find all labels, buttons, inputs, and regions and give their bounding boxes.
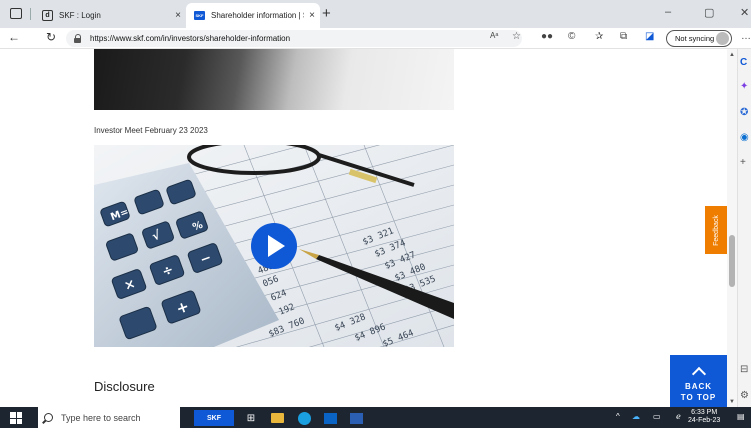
edge-sidebar <box>737 49 751 407</box>
more-menu-icon[interactable]: … <box>741 31 751 42</box>
back-to-top-button[interactable]: BACK TO TOP <box>670 355 727 407</box>
sidebar-settings-icon[interactable]: ⚙ <box>740 390 749 401</box>
minimize-icon[interactable]: – <box>665 6 671 18</box>
onedrive-icon[interactable]: ☁ <box>632 412 640 421</box>
extension-glasses-icon[interactable]: ●● <box>541 31 553 42</box>
video-player[interactable]: $3 321 $3 374 $3 427 $3 480 $3 535 $1 48… <box>94 145 454 347</box>
tab-actions-icon[interactable] <box>10 8 22 19</box>
tray-chevron-icon[interactable]: ^ <box>616 412 620 421</box>
feedback-button[interactable]: Feedback <box>705 206 727 254</box>
outlook-icon[interactable] <box>322 410 338 426</box>
taskbar-skf-app[interactable]: SKF <box>194 410 234 426</box>
back-to-top-line1: BACK <box>684 382 713 391</box>
search-placeholder: Type here to search <box>61 412 141 423</box>
favicon-skf-icon: SKF <box>194 11 205 20</box>
scroll-up-icon[interactable]: ▲ <box>729 52 735 58</box>
edge-browser-icon[interactable] <box>296 410 312 426</box>
scrollbar-track[interactable] <box>727 49 737 407</box>
windows-start-icon[interactable] <box>10 412 22 424</box>
tab-shareholder-information[interactable]: SKF Shareholder information | SKF | S × <box>186 3 320 28</box>
disclosure-heading: Disclosure <box>94 379 155 394</box>
search-icon <box>44 413 53 422</box>
taskbar-search-box[interactable]: Type here to search <box>38 407 180 428</box>
refresh-icon[interactable]: ↻ <box>46 30 56 44</box>
url-text: https://www.skf.com/in/investors/shareho… <box>90 34 291 43</box>
investor-photo-image <box>94 49 454 110</box>
video-caption: Investor Meet February 23 2023 <box>94 126 208 135</box>
back-to-top-line2: TO TOP <box>680 393 717 402</box>
close-window-icon[interactable]: ✕ <box>740 6 749 19</box>
clock-date: 24-Feb-23 <box>688 417 721 424</box>
sidebar-search-icon[interactable]: C <box>740 57 747 68</box>
sidebar-split-icon[interactable]: ⊟ <box>740 364 748 375</box>
sidebar-tools-icon[interactable]: ✪ <box>740 107 748 118</box>
tab-close-icon[interactable]: × <box>304 10 320 21</box>
scrollbar-thumb[interactable] <box>729 235 735 287</box>
page-content: Investor Meet February 23 2023 $3 321 $3… <box>0 49 727 407</box>
tab-title: Shareholder information | SKF | S <box>211 11 304 20</box>
word-icon[interactable] <box>348 410 364 426</box>
read-aloud-icon[interactable]: Aᵃ <box>490 31 498 40</box>
tab-separator <box>30 8 31 20</box>
new-tab-icon[interactable]: + <box>322 5 331 22</box>
not-syncing-button[interactable]: Not syncing <box>666 30 732 47</box>
maximize-icon[interactable]: ▢ <box>704 6 714 19</box>
favicon-d-icon: d <box>42 10 53 21</box>
favorite-star-icon[interactable]: ☆ <box>512 31 521 42</box>
extension-c-icon[interactable]: © <box>568 31 575 42</box>
sidebar-shopping-icon[interactable]: ✦ <box>740 81 748 92</box>
battery-icon[interactable]: ▭ <box>653 412 661 421</box>
play-button[interactable] <box>251 223 297 269</box>
tab-skf-login[interactable]: d SKF : Login × <box>38 3 186 28</box>
sidebar-outlook-icon[interactable]: ◉ <box>740 132 749 143</box>
clock-time: 6:33 PM <box>691 409 718 416</box>
file-explorer-icon[interactable] <box>269 410 285 426</box>
tab-title: SKF : Login <box>59 11 101 20</box>
network-icon[interactable]: ℯ <box>676 412 681 421</box>
tab-close-icon[interactable]: × <box>170 10 186 21</box>
profile-avatar <box>716 32 729 45</box>
play-icon <box>268 235 285 257</box>
back-arrow-icon[interactable]: ← <box>8 30 20 44</box>
favorites-icon[interactable]: ✰ <box>595 31 603 42</box>
taskbar-clock[interactable]: 6:33 PM 24-Feb-23 <box>688 409 720 425</box>
task-view-icon[interactable]: ⊞ <box>243 410 259 426</box>
feedback-label: Feedback <box>712 214 720 246</box>
browser-extension-icon[interactable]: ◪ <box>645 31 654 42</box>
chevron-up-icon <box>691 366 706 382</box>
notification-icon[interactable]: ▤ <box>737 412 745 421</box>
lock-icon <box>74 34 82 43</box>
sidebar-add-icon[interactable]: + <box>740 157 746 168</box>
scroll-down-icon[interactable]: ▼ <box>729 399 735 405</box>
collections-icon[interactable]: ⧉ <box>620 31 627 42</box>
sync-label: Not syncing <box>675 34 715 43</box>
url-field[interactable]: https://www.skf.com/in/investors/shareho… <box>66 30 522 47</box>
